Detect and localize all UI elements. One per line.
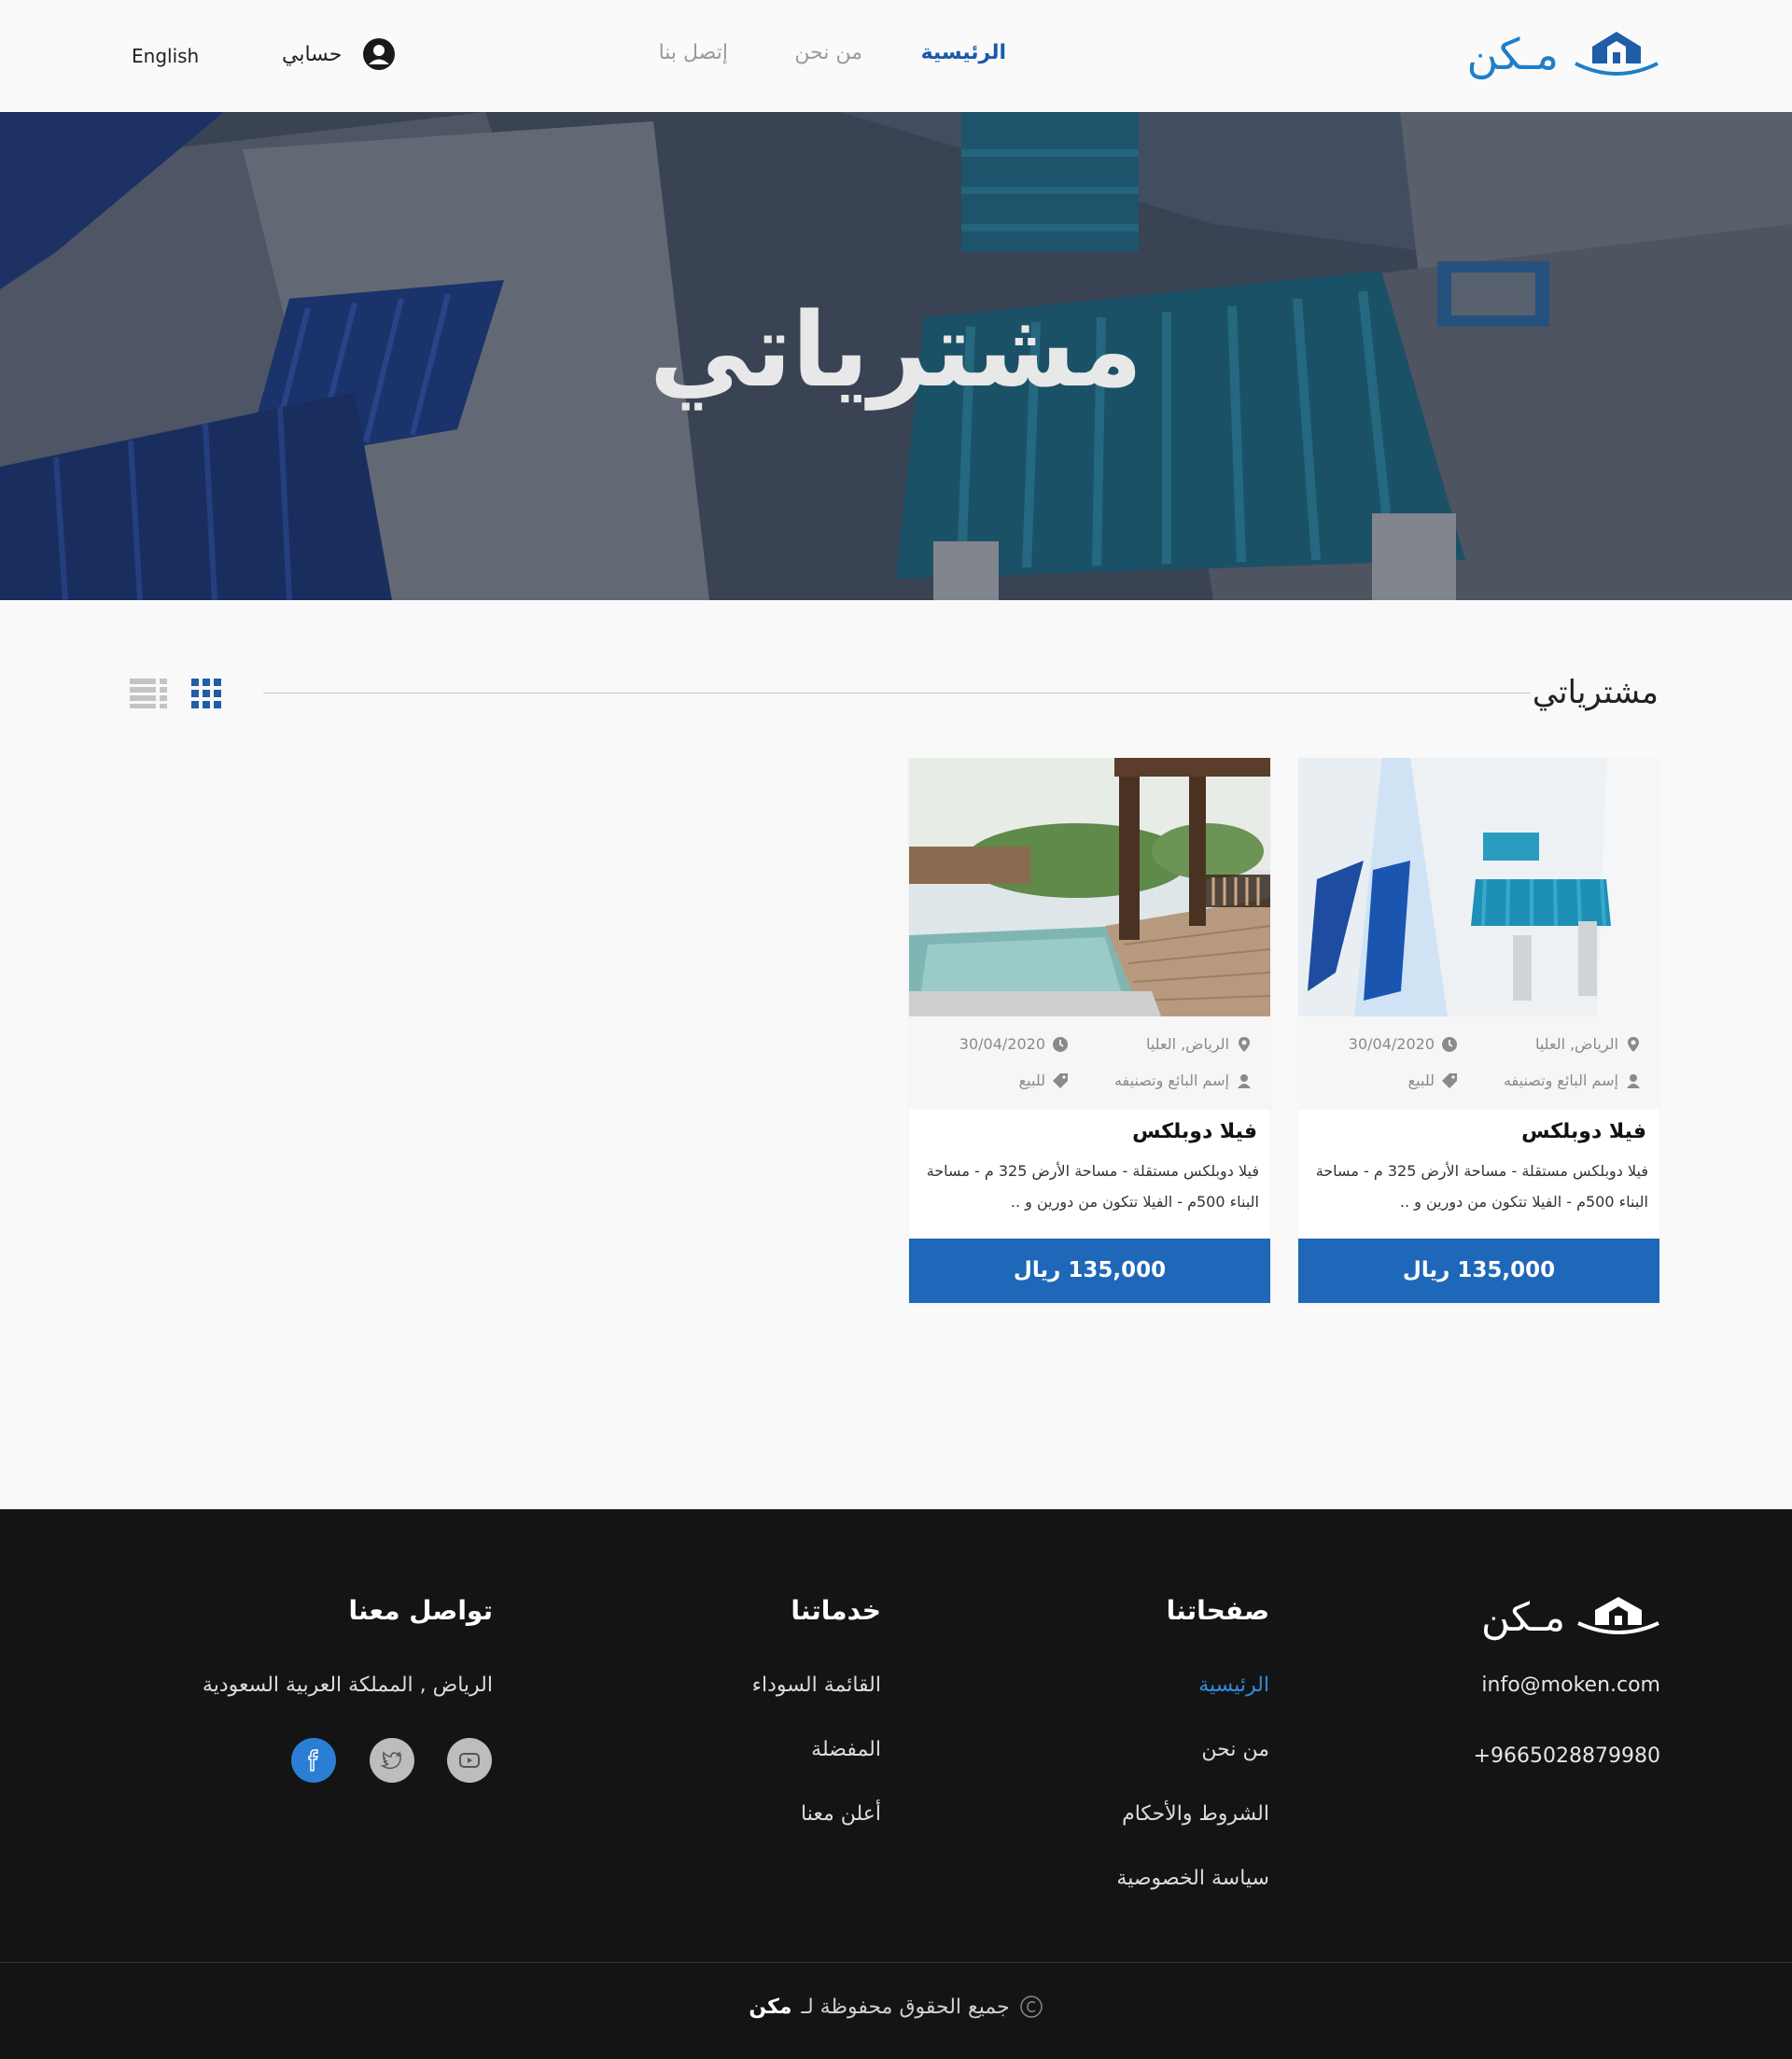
property-seller: إسم البائع وتصنيفه (1504, 1072, 1641, 1089)
footer-link-favorites[interactable]: المفضلة (811, 1738, 881, 1761)
logo-text: مـكن (1466, 29, 1559, 79)
section-title: مشترياتي (1532, 674, 1659, 711)
site-logo[interactable]: مـكن (1466, 26, 1661, 82)
facebook-icon (308, 1749, 319, 1772)
date-text: 30/04/2020 (1348, 1035, 1435, 1053)
location-pin-icon (1628, 1036, 1639, 1052)
location-text: الرياض, العليا (1534, 1035, 1618, 1053)
seller-text: إسم البائع وتصنيفه (1503, 1072, 1618, 1089)
list-view-icon[interactable] (130, 679, 167, 708)
twitter-button[interactable] (370, 1738, 414, 1783)
user-icon (1238, 1073, 1251, 1088)
property-image[interactable] (909, 758, 1270, 1016)
property-title[interactable]: فيلا دوبلكس (1521, 1120, 1646, 1143)
property-date: 30/04/2020 (959, 1035, 1068, 1053)
location-pin-icon (1239, 1036, 1250, 1052)
youtube-icon (459, 1753, 480, 1768)
property-description: فيلا دوبلكس مستقلة - مساحة الأرض 325 م -… (926, 1162, 1259, 1211)
footer-logo[interactable]: مـكن (1481, 1593, 1660, 1640)
seller-text: إسم البائع وتصنيفه (1113, 1072, 1229, 1089)
site-header: مـكن الرئيسية من نحن إتصل بنا حسابي Engl… (0, 0, 1792, 112)
footer-divider (0, 1962, 1792, 1963)
account-label: حسابي (282, 42, 343, 66)
property-location: الرياض, العليا (1535, 1035, 1641, 1053)
clock-icon (1053, 1036, 1068, 1052)
property-card[interactable]: الرياض, العليا 30/04/2020 إسم البائع وتص… (1298, 758, 1659, 1303)
copyright-icon (1019, 1996, 1043, 2018)
property-meta: الرياض, العليا 30/04/2020 إسم البائع وتص… (909, 1016, 1270, 1110)
property-card[interactable]: الرياض, العليا 30/04/2020 إسم البائع وتص… (909, 758, 1270, 1303)
copyright-bar: جميع الحقوق محفوظة لـ مكن (0, 1995, 1792, 2019)
property-price-button[interactable]: 135,000 ريال (909, 1239, 1270, 1303)
tag-icon (1442, 1072, 1457, 1088)
date-text: 30/04/2020 (959, 1035, 1045, 1053)
user-icon (1627, 1073, 1640, 1088)
property-title[interactable]: فيلا دوبلكس (1132, 1120, 1257, 1143)
footer-address: الرياض , المملكة العربية السعودية (202, 1674, 493, 1697)
property-location: الرياض, العليا (1146, 1035, 1252, 1053)
footer-phone[interactable]: +9665028879980 (1474, 1744, 1660, 1768)
footer-services-heading: خدماتنا (791, 1595, 881, 1626)
tag-icon (1053, 1072, 1068, 1088)
copyright-brand: مكن (749, 1995, 792, 2019)
logo-house-icon (1575, 32, 1659, 76)
youtube-button[interactable] (447, 1738, 492, 1783)
property-type: للبيع (1019, 1072, 1068, 1089)
nav-home-link[interactable]: الرئيسية (921, 41, 1006, 64)
footer-link-privacy[interactable]: سياسة الخصوصية (1116, 1867, 1269, 1890)
footer-link-advertise[interactable]: أعلن معنا (801, 1802, 881, 1826)
footer-link-blacklist[interactable]: القائمة السوداء (752, 1674, 881, 1697)
property-type: للبيع (1408, 1072, 1457, 1089)
footer-logo-text: مـكن (1481, 1593, 1565, 1640)
property-meta: الرياض, العليا 30/04/2020 إسم البائع وتص… (1298, 1016, 1659, 1110)
language-switch[interactable]: English (132, 45, 199, 67)
account-menu[interactable]: حسابي (282, 37, 396, 71)
type-text: للبيع (1018, 1072, 1045, 1089)
footer-email[interactable]: info@moken.com (1481, 1674, 1660, 1697)
hero-banner: مشترياتي (0, 112, 1792, 600)
nav-contact-link[interactable]: إتصل بنا (659, 41, 728, 64)
location-text: الرياض, العليا (1145, 1035, 1229, 1053)
twitter-icon (380, 1751, 401, 1770)
copyright-text: جميع الحقوق محفوظة لـ (801, 1995, 1010, 2019)
grid-view-icon[interactable] (191, 679, 221, 708)
footer-link-terms[interactable]: الشروط والأحكام (1122, 1802, 1269, 1826)
footer-link-home[interactable]: الرئيسية (1198, 1674, 1269, 1697)
property-price-button[interactable]: 135,000 ريال (1298, 1239, 1659, 1303)
facebook-button[interactable] (291, 1738, 336, 1783)
logo-house-icon (1577, 1597, 1659, 1634)
property-seller: إسم البائع وتصنيفه (1114, 1072, 1252, 1089)
footer-contact-heading: تواصل معنا (348, 1595, 493, 1626)
hero-title: مشترياتي (649, 290, 1143, 410)
site-footer: مـكن info@moken.com +9665028879980 صفحات… (0, 1509, 1792, 2059)
nav-about-link[interactable]: من نحن (794, 41, 862, 64)
property-description: فيلا دوبلكس مستقلة - مساحة الأرض 325 م -… (1315, 1162, 1648, 1211)
clock-icon (1442, 1036, 1457, 1052)
footer-link-about[interactable]: من نحن (1201, 1738, 1269, 1761)
type-text: للبيع (1407, 1072, 1435, 1089)
property-date: 30/04/2020 (1349, 1035, 1457, 1053)
user-circle-icon (363, 38, 396, 70)
footer-pages-heading: صفحاتنا (1166, 1595, 1269, 1626)
property-image[interactable] (1298, 758, 1659, 1016)
